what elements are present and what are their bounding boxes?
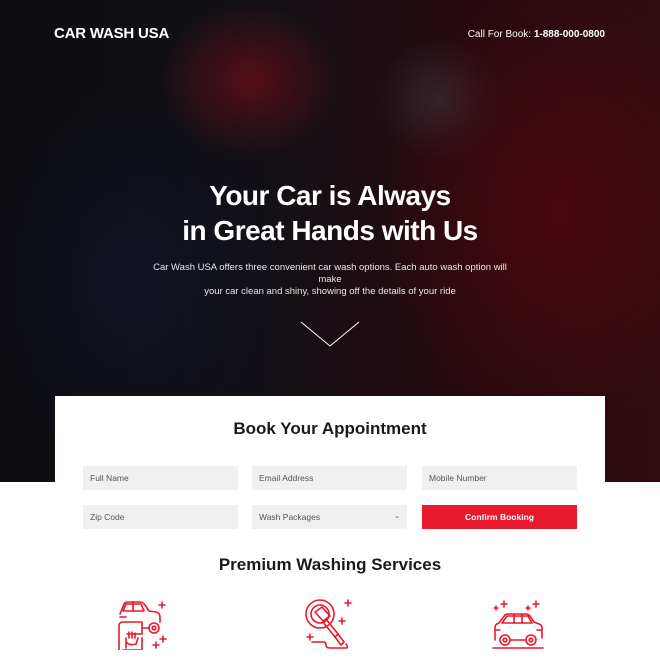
- headline-line-1: Your Car is Always: [209, 180, 451, 211]
- chevron-down-icon: ⌄: [394, 513, 400, 520]
- hero-headline: Your Car is Always in Great Hands with U…: [0, 178, 660, 248]
- subtext-line-1: Car Wash USA offers three convenient car…: [153, 262, 507, 285]
- car-detailing-icon: [118, 601, 167, 650]
- hero-subtext: Car Wash USA offers three convenient car…: [150, 262, 510, 298]
- phone-label: Call For Book:: [467, 29, 532, 40]
- phone-number[interactable]: 1-888-000-0800: [534, 29, 605, 40]
- phone-contact: Call For Book: 1-888-000-0800: [468, 29, 605, 40]
- full-name-input[interactable]: [83, 466, 238, 490]
- email-input[interactable]: [252, 466, 407, 490]
- booking-form-card: Book Your Appointment Wash Packages ⌄ Co…: [55, 396, 605, 546]
- wash-packages-selected: Wash Packages: [259, 512, 321, 522]
- wash-packages-select[interactable]: Wash Packages ⌄: [252, 505, 407, 529]
- clean-car-icon: [492, 600, 544, 649]
- zip-code-input[interactable]: [83, 505, 238, 529]
- mobile-number-input[interactable]: [422, 466, 577, 490]
- car-polisher-icon: [305, 599, 352, 649]
- headline-line-2: in Great Hands with Us: [182, 215, 478, 246]
- booking-title: Book Your Appointment: [233, 419, 427, 438]
- chevron-down-icon[interactable]: [300, 320, 360, 348]
- confirm-booking-button[interactable]: Confirm Booking: [422, 505, 577, 529]
- services-title: Premium Washing Services: [218, 555, 442, 574]
- subtext-line-2: your car clean and shiny, showing off th…: [204, 286, 456, 297]
- brand-logo[interactable]: CAR WASH USA: [54, 25, 169, 42]
